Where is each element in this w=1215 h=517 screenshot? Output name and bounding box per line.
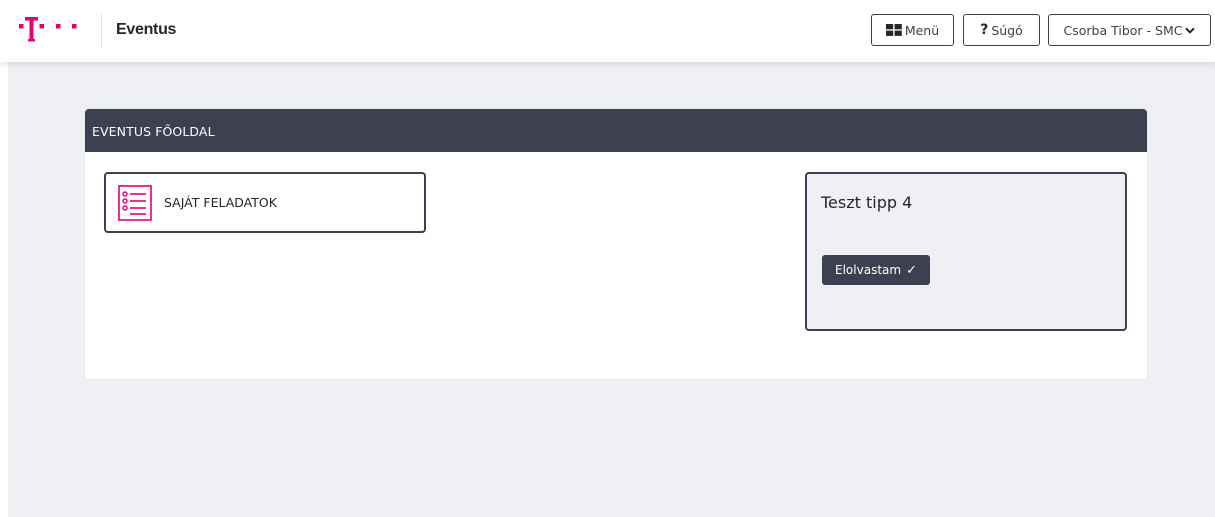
menu-button-label: Menü [904,22,940,38]
own-tasks-tile[interactable]: SAJÁT FELADATOK [104,172,426,233]
chevron-down-icon [1185,27,1196,34]
own-tasks-label: SAJÁT FELADATOK [164,195,277,210]
check-icon: ✓ [906,262,917,278]
app-name[interactable]: Eventus [116,21,176,39]
tip-title: Teszt tipp 4 [821,193,913,212]
help-button-label: Súgó [991,22,1023,38]
tip-box: Teszt tipp 4 Elolvastam ✓ [805,172,1127,331]
home-card: EVENTUS FŐOLDAL SAJÁT FELADATOK Teszt ti… [85,109,1147,379]
telekom-logo-icon [19,17,77,42]
card-title: EVENTUS FŐOLDAL [85,109,1147,152]
header-divider [101,14,102,48]
telekom-logo[interactable] [19,17,83,43]
menu-button[interactable]: Menü [871,14,954,46]
mark-read-label: Elolvastam [835,263,902,277]
mark-read-button[interactable]: Elolvastam ✓ [822,255,930,285]
help-button[interactable]: ? Súgó [963,14,1040,46]
grid-icon [885,24,902,36]
page-content: EVENTUS FŐOLDAL SAJÁT FELADATOK Teszt ti… [8,62,1215,517]
user-name-label: Csorba Tibor - SMC [1063,22,1183,38]
question-icon: ? [980,22,989,38]
task-list-icon [118,184,152,221]
user-menu-button[interactable]: Csorba Tibor - SMC [1048,14,1211,46]
top-header: Eventus Menü ? Súgó Csorba Tibor - SMC [0,0,1215,62]
